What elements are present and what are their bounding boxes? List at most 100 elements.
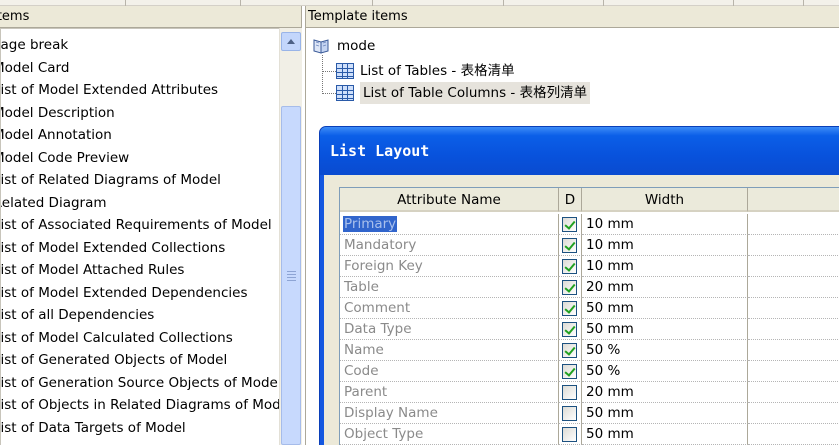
list-layout-dialog: List Layout Attribute Name D Width Prima… [319, 126, 839, 445]
table-row[interactable]: Foreign Key 10 mm [340, 256, 839, 277]
list-item[interactable]: List of Generation Source Objects of Mod… [1, 372, 279, 394]
tree-item-label: List of Tables - 表格清单 [360, 63, 515, 79]
table-row[interactable]: Code 50 % [340, 361, 839, 382]
attribute-name-cell[interactable]: Display Name [340, 403, 559, 424]
width-cell[interactable]: 10 mm [582, 235, 748, 256]
width-cell[interactable]: 50 mm [582, 424, 748, 445]
table-row[interactable]: Primary 10 mm [340, 214, 839, 235]
list-item[interactable]: List of Generated Objects of Model [1, 349, 227, 371]
attribute-name-cell[interactable]: Parent [340, 382, 559, 403]
table-row[interactable]: Display Name 50 mm [340, 403, 839, 424]
list-item[interactable]: List of Model Calculated Collections [1, 327, 233, 349]
width-cell[interactable]: 50 % [582, 340, 748, 361]
display-checkbox-cell [559, 403, 582, 424]
list-item-label: List of Generation Source Objects of Mod… [0, 374, 279, 391]
width-cell[interactable]: 20 mm [582, 382, 748, 403]
unchecked-checkbox[interactable] [562, 406, 577, 421]
attribute-name-cell[interactable]: Table [340, 277, 559, 298]
list-item[interactable]: Model Code Preview [1, 147, 129, 169]
grip-line [287, 277, 296, 278]
table-row[interactable]: Comment 50 mm [340, 298, 839, 319]
tree-root-node[interactable]: mode [313, 36, 375, 56]
list-item-label: Related Diagram [0, 194, 107, 211]
list-item-label: List of Model Calculated Collections [0, 329, 233, 346]
dialog-title-bar[interactable]: List Layout [320, 127, 839, 175]
checked-checkbox[interactable] [562, 217, 577, 232]
list-item[interactable]: List of Objects in Related Diagrams of M… [1, 394, 279, 416]
column-header-attribute-name[interactable]: Attribute Name [340, 188, 559, 212]
list-item-label: List of Model Attached Rules [0, 262, 185, 278]
table-row[interactable]: Table 20 mm [340, 277, 839, 298]
checked-checkbox[interactable] [562, 259, 577, 274]
tree-item-list-of-tables[interactable]: List of Tables - 表格清单 [336, 60, 515, 82]
items-vertical-scrollbar[interactable] [279, 28, 302, 445]
checked-checkbox[interactable] [562, 343, 577, 358]
checked-checkbox[interactable] [562, 301, 577, 316]
filler-cell [748, 319, 839, 340]
list-item-label: List of Data Targets of Model [0, 419, 186, 436]
scroll-up-arrow-icon[interactable] [281, 32, 301, 51]
display-checkbox-cell [559, 214, 582, 235]
attribute-name-text: Comment [344, 300, 411, 316]
table-row[interactable]: Object Type 50 mm [340, 424, 839, 445]
attribute-name-cell[interactable]: Foreign Key [340, 256, 559, 277]
items-panel-header: Items [0, 6, 302, 28]
width-cell[interactable]: 50 mm [582, 319, 748, 340]
list-item[interactable]: Model Annotation [1, 124, 112, 146]
list-item[interactable]: List of Related Diagrams of Model [1, 169, 221, 191]
filler-cell [748, 403, 839, 424]
tree-item-list-of-table-columns[interactable]: List of Table Columns - 表格列清单 [336, 82, 591, 104]
tree-root-label: mode [337, 38, 376, 54]
grip-line [287, 271, 296, 272]
attribute-name-cell[interactable]: Primary [340, 214, 559, 235]
filler-cell [748, 340, 839, 361]
table-row[interactable]: Data Type 50 mm [340, 319, 839, 340]
list-item[interactable]: List of Associated Requirements of Model [1, 214, 272, 236]
width-cell[interactable]: 20 mm [582, 277, 748, 298]
attribute-name-cell[interactable]: Object Type [340, 424, 559, 445]
checked-checkbox[interactable] [562, 280, 577, 295]
width-cell[interactable]: 50 % [582, 361, 748, 382]
list-item[interactable]: List of Model Extended Dependencies [1, 282, 248, 304]
width-cell[interactable]: 50 mm [582, 403, 748, 424]
list-item-label: List of all Dependencies [0, 307, 155, 323]
list-item[interactable]: Related Diagram [1, 192, 107, 214]
list-item[interactable]: List of Model Extended Collections [1, 237, 225, 259]
list-item-label: List of Related Diagrams of Model [0, 172, 221, 188]
list-item-label: List of Objects in Related Diagrams of M… [0, 397, 279, 413]
list-item[interactable]: List of all Dependencies [1, 304, 154, 326]
checked-checkbox[interactable] [562, 364, 577, 379]
table-row[interactable]: Mandatory 10 mm [340, 235, 839, 256]
scroll-thumb[interactable] [281, 106, 301, 445]
attribute-name-cell[interactable]: Name [340, 340, 559, 361]
attribute-name-cell[interactable]: Mandatory [340, 235, 559, 256]
list-item[interactable]: List of Model Attached Rules [1, 259, 184, 281]
table-row[interactable]: Name 50 % [340, 340, 839, 361]
list-item[interactable]: Page break [1, 34, 68, 56]
attribute-name-cell[interactable]: Data Type [340, 319, 559, 340]
unchecked-checkbox[interactable] [562, 427, 577, 442]
filler-cell [748, 277, 839, 298]
filler-cell [748, 214, 839, 235]
table-row[interactable]: Parent 20 mm [340, 382, 839, 403]
unchecked-checkbox[interactable] [562, 385, 577, 400]
column-header-width[interactable]: Width [582, 188, 748, 212]
filler-cell [748, 256, 839, 277]
list-item[interactable]: Model Card [1, 57, 69, 79]
checked-checkbox[interactable] [562, 322, 577, 337]
list-item[interactable]: List of Model Extended Attributes [1, 79, 218, 101]
width-cell[interactable]: 10 mm [582, 256, 748, 277]
display-checkbox-cell [559, 424, 582, 445]
column-header-filler [748, 188, 839, 212]
column-header-d[interactable]: D [559, 188, 582, 212]
checked-checkbox[interactable] [562, 238, 577, 253]
items-list[interactable]: Page break Model Card List of Model Extend… [0, 28, 279, 445]
list-item[interactable]: Model Description [1, 102, 115, 124]
attribute-name-cell[interactable]: Code [340, 361, 559, 382]
width-cell[interactable]: 50 mm [582, 298, 748, 319]
attribute-name-text: Name [344, 342, 384, 358]
width-cell[interactable]: 10 mm [582, 214, 748, 235]
display-checkbox-cell [559, 382, 582, 403]
attribute-name-cell[interactable]: Comment [340, 298, 559, 319]
list-item[interactable]: List of Data Targets of Model [1, 417, 186, 439]
